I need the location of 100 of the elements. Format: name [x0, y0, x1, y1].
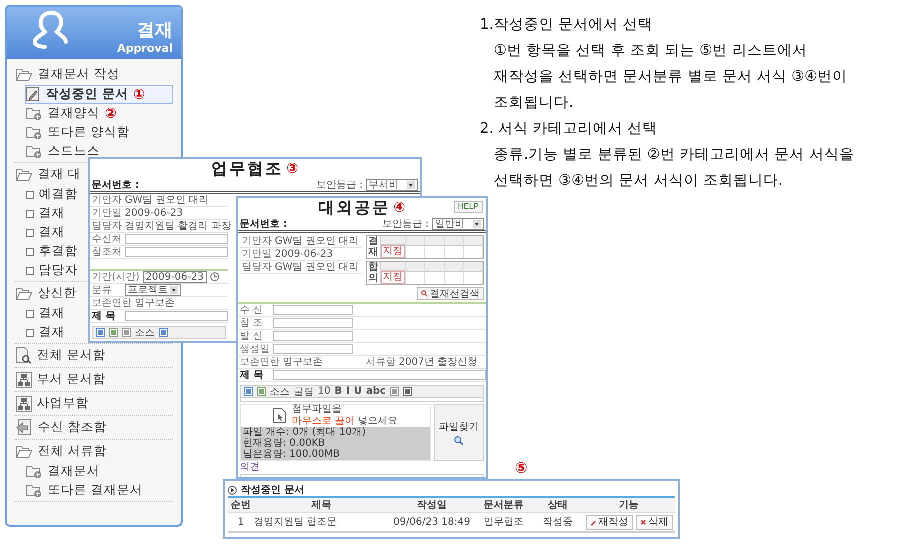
toolbar-button[interactable]: abc	[366, 386, 386, 397]
sidebar-item[interactable]: 또다른 양식함	[25, 123, 134, 142]
table-header-cell	[444, 236, 464, 246]
sidebar-item[interactable]: 수신 참조함	[15, 417, 111, 438]
column-header: 상태	[533, 498, 583, 513]
sidebar-item[interactable]: 예결함	[25, 185, 82, 204]
instruction-line: 재작성을 선택하면 문서분류 별로 문서 서식 ③④번이	[493, 68, 849, 87]
category-select[interactable]: 프로젝트	[125, 284, 181, 296]
help-button[interactable]: HELP	[454, 201, 483, 213]
table-cell: 경영지원팀 협조문	[254, 513, 389, 533]
sidebar-item[interactable]: 부서 문서함	[15, 369, 110, 390]
rewrite-button[interactable]: 재작성	[586, 514, 632, 530]
status-text: 현재용량: 0.00KB	[243, 438, 326, 449]
toolbar-button[interactable]: 굴림	[294, 384, 314, 398]
sidebar-item[interactable]: 전체 문서함	[15, 345, 110, 366]
input-field[interactable]	[273, 318, 353, 328]
security-select[interactable]: 부서비	[366, 179, 418, 191]
source-button[interactable]: 소스	[135, 326, 155, 340]
sidebar-item[interactable]: 상신한	[15, 283, 81, 304]
opinion-label: 의견	[240, 462, 261, 474]
sidebar-item[interactable]: 전체 서류함	[15, 441, 111, 462]
column-header: 순번	[228, 498, 254, 513]
opinion-field[interactable]	[240, 474, 484, 477]
assign-button[interactable]: 지정	[381, 245, 405, 258]
square-bullet-icon	[26, 190, 34, 198]
square-bullet-icon	[26, 266, 34, 274]
toolbar-button[interactable]: B	[334, 386, 342, 397]
field-value: GW팀 권오인 대리	[125, 194, 209, 207]
folder-plus-icon	[26, 483, 43, 498]
subject-field[interactable]	[273, 370, 486, 380]
assign-button[interactable]: 지정	[381, 271, 405, 284]
field-label: 담당자	[242, 261, 272, 274]
field-value: GW팀 권오인 대리	[275, 261, 359, 274]
sidebar-item[interactable]: 결재	[25, 304, 69, 323]
field-label: 참 조	[240, 317, 264, 330]
caret-icon	[170, 286, 178, 294]
form-title: 대외공문	[318, 198, 391, 218]
field-label: 보존연한	[92, 297, 132, 310]
find-file-button[interactable]: 파일찾기	[434, 404, 484, 461]
search-icon	[421, 290, 428, 297]
sidebar-item[interactable]: 결재문서 작성	[15, 64, 124, 85]
approval-line-search-button[interactable]: 결재선검색	[417, 287, 484, 300]
table-cell: 09/06/23 18:49	[389, 513, 475, 533]
folder-plus-icon	[26, 144, 43, 159]
sidebar-item[interactable]: 결재문서	[25, 462, 104, 481]
org-chart-icon	[16, 372, 32, 388]
sidebar-item[interactable]: 작성중인 문서 ①	[25, 85, 173, 104]
sidebar-item[interactable]: 스드느스	[25, 142, 104, 161]
number-marker: ④	[394, 200, 406, 216]
number-marker: ③	[286, 161, 298, 177]
input-field[interactable]	[125, 247, 228, 257]
sidebar-item[interactable]: 결재양식 ②	[25, 104, 121, 123]
field-label: 분류	[92, 284, 113, 297]
sidebar-item[interactable]: 담당자	[25, 261, 82, 280]
input-field[interactable]	[273, 331, 353, 341]
toolbar-icon	[159, 328, 168, 337]
toolbar-button[interactable]: 소스	[270, 384, 290, 398]
field-value: 경영지원팀 활경리 과장	[125, 220, 232, 233]
delete-button[interactable]: 삭제	[636, 514, 672, 530]
square-bullet-icon	[26, 210, 34, 218]
sidebar-item[interactable]: 결재	[25, 223, 69, 242]
sidebar-item[interactable]: 사업부함	[15, 393, 93, 414]
square-bullet-icon	[26, 310, 34, 318]
field-value: 2007년 출장신청	[399, 356, 478, 369]
field-label: 기안일	[242, 248, 272, 261]
input-field[interactable]	[273, 344, 353, 354]
field-label: 수 신	[240, 304, 264, 317]
toolbar-button[interactable]: 10	[318, 386, 331, 397]
security-select[interactable]: 일반비	[432, 218, 484, 230]
clock-icon	[210, 272, 220, 282]
sidebar-subtitle: Approval	[117, 42, 173, 55]
input-field[interactable]	[273, 305, 353, 315]
field-label: 문서번호 :	[92, 179, 140, 192]
toolbar-button[interactable]: I	[346, 386, 350, 397]
column-header: 작성일	[389, 498, 475, 513]
editor-area[interactable]	[240, 398, 484, 402]
subject-field[interactable]	[125, 311, 228, 321]
toolbar-button[interactable]: U	[354, 386, 362, 397]
attachment-text: 첨부파일을	[292, 404, 343, 416]
sidebar-item[interactable]: 후결함	[25, 242, 82, 261]
sidebar-item[interactable]: 결재	[25, 323, 69, 342]
sidebar-title: 결재	[137, 19, 173, 42]
sidebar-item[interactable]: 결재	[25, 204, 69, 223]
field-label: 서류함	[366, 356, 396, 369]
folder-icon	[16, 68, 33, 81]
sidebar-item[interactable]: 결재 대	[15, 164, 85, 185]
field-label: 보안등급 :	[382, 218, 429, 231]
attachment-hint: 마우스로 끌어	[292, 416, 355, 427]
sidebar-item[interactable]: 또다른 결재문서	[25, 481, 147, 500]
column-header: 기능	[583, 498, 675, 513]
folder-icon	[16, 168, 33, 181]
attachment-text: 넣으세요	[358, 416, 398, 427]
field-value: 영구보존	[283, 356, 324, 369]
field-label: 담당자	[92, 220, 122, 233]
field-label: 제 목	[240, 369, 264, 382]
table-cell: 1	[228, 513, 254, 533]
input-field[interactable]	[125, 234, 228, 244]
date-field[interactable]: 2009-06-23	[142, 271, 207, 283]
caret-icon	[473, 220, 481, 228]
number-marker: ①	[133, 86, 146, 102]
